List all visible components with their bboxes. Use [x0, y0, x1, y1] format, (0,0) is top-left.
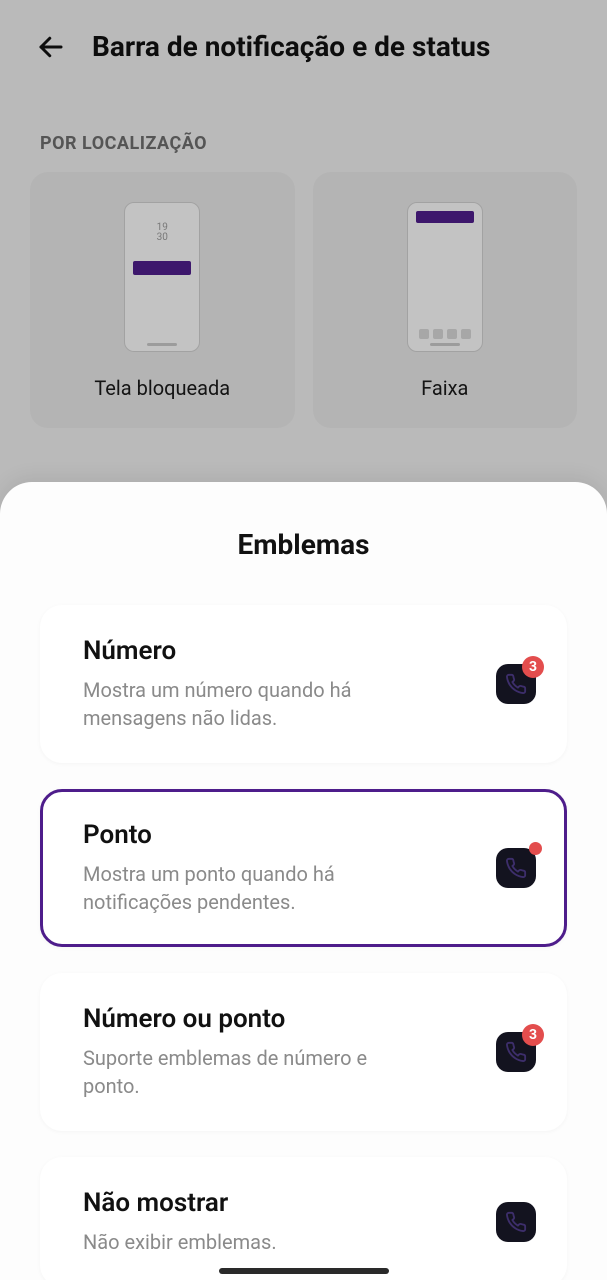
option-banner[interactable]: Faixa: [313, 172, 578, 428]
banner-bar-preview: [416, 211, 474, 223]
choice-title: Ponto: [83, 820, 480, 850]
lock-clock: 19 30: [157, 223, 168, 243]
choice-title: Não mostrar: [83, 1188, 480, 1218]
badge-preview-dot: [496, 848, 536, 888]
count-badge: 3: [522, 656, 544, 678]
phone-app-icon: [496, 848, 536, 888]
choice-number-or-dot[interactable]: Número ou ponto Suporte emblemas de núme…: [40, 973, 567, 1131]
choice-subtitle: Suporte emblemas de número e ponto.: [83, 1044, 423, 1100]
notification-bar-preview: [133, 261, 191, 275]
choice-subtitle: Mostra um número quando há mensagens não…: [83, 676, 423, 732]
option-label: Faixa: [421, 376, 468, 400]
choice-subtitle: Mostra um ponto quando há notificações p…: [83, 860, 423, 916]
home-indicator[interactable]: [219, 1268, 389, 1274]
choice-title: Número ou ponto: [83, 1004, 480, 1034]
option-label: Tela bloqueada: [94, 376, 230, 400]
badge-preview-number-or-dot: 3: [496, 1032, 536, 1072]
phone-app-icon: [496, 1202, 536, 1242]
choice-title: Número: [83, 636, 480, 666]
lock-screen-preview: 19 30: [124, 202, 200, 352]
sheet-title: Emblemas: [0, 528, 607, 561]
badge-preview-none: [496, 1202, 536, 1242]
choice-none[interactable]: Não mostrar Não exibir emblemas.: [40, 1157, 567, 1280]
banner-preview: [407, 202, 483, 352]
choice-number[interactable]: Número Mostra um número quando há mensag…: [40, 605, 567, 763]
count-badge: 3: [522, 1024, 544, 1046]
badge-preview-number: 3: [496, 664, 536, 704]
section-label: POR LOCALIZAÇÃO: [0, 83, 607, 172]
dot-badge: [529, 842, 542, 855]
choice-dot[interactable]: Ponto Mostra um ponto quando há notifica…: [40, 789, 567, 947]
page-title: Barra de notificação e de status: [92, 30, 490, 63]
choice-subtitle: Não exibir emblemas.: [83, 1228, 423, 1256]
option-lock-screen[interactable]: 19 30 Tela bloqueada: [30, 172, 295, 428]
bottom-sheet: Emblemas Número Mostra um número quando …: [0, 482, 607, 1280]
back-button[interactable]: [36, 32, 66, 62]
